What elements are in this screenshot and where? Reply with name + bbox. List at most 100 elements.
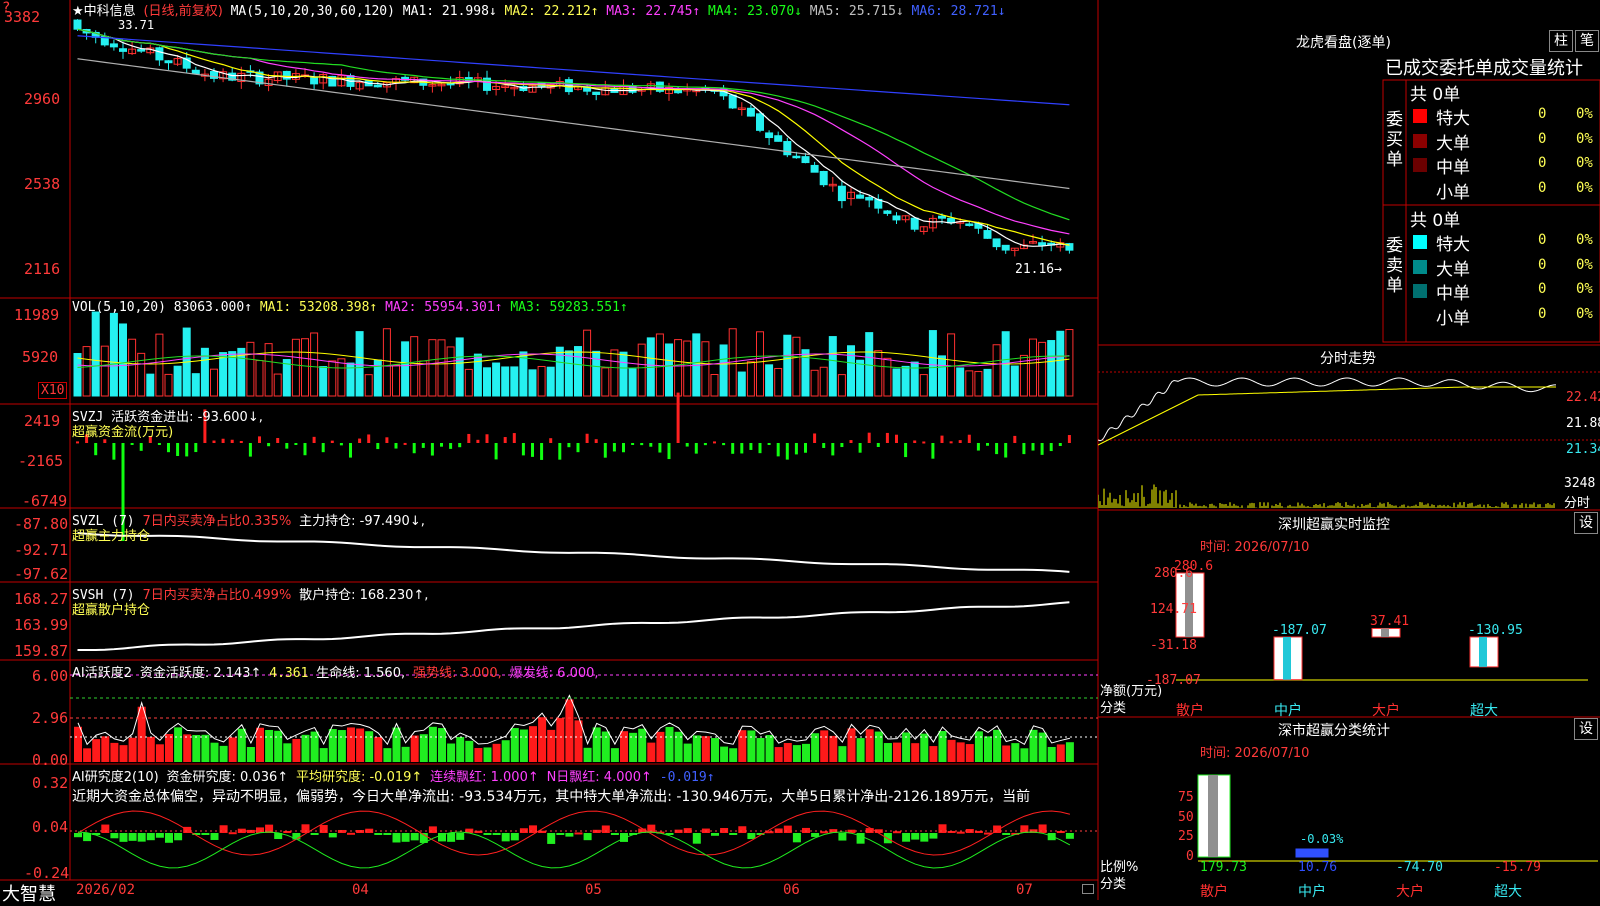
monitor-title: 深圳超赢实时监控 <box>1278 517 1390 533</box>
ma-line-5 <box>77 58 1070 190</box>
ai-active-e: 爆发线: 6.000, <box>509 666 599 681</box>
fund-flow-bar <box>1013 435 1017 443</box>
research-bar <box>1002 833 1011 835</box>
research-bar <box>920 833 929 842</box>
activity-bar <box>146 736 155 762</box>
fund-flow-bar <box>640 443 644 446</box>
research-bar <box>1047 833 1056 841</box>
activity-bar <box>319 748 328 762</box>
candle-body <box>756 113 764 131</box>
research-bar <box>492 833 501 835</box>
activity-bar <box>938 731 947 762</box>
fenshi-price-2: 21.34 <box>1566 442 1600 457</box>
candle-body <box>883 210 892 214</box>
research-bar <box>383 833 392 835</box>
buy-row-count: 0 <box>1538 179 1547 196</box>
volume-bar <box>928 330 937 397</box>
research-bar <box>747 833 756 840</box>
fund-flow-bar <box>458 443 462 448</box>
classify-bar <box>1295 848 1329 858</box>
research-bar <box>956 831 965 834</box>
volume-bar <box>473 353 482 397</box>
monitor-settings-button[interactable]: 设 <box>1574 512 1598 534</box>
intraday-avg-line <box>1098 386 1556 446</box>
candle-body <box>783 141 792 156</box>
volume-bar <box>1038 341 1047 397</box>
activity-bar <box>401 746 410 762</box>
fund-flow-bar <box>440 443 443 447</box>
volume-bar <box>1047 340 1056 397</box>
volume-bar <box>191 373 200 397</box>
volume-bar <box>109 312 118 397</box>
volume-bar <box>737 371 746 397</box>
fund-flow-bar <box>785 443 789 460</box>
activity-bar <box>228 737 237 762</box>
fund-flow-bar <box>94 443 98 456</box>
activity-bar <box>656 731 665 762</box>
svzl-sub: 超赢主力持仓 <box>72 529 151 544</box>
research-bar <box>201 833 210 835</box>
volume-bar <box>619 351 628 397</box>
volume-bar <box>1056 330 1065 397</box>
activity-bar <box>456 737 465 762</box>
research-bar <box>1065 833 1074 839</box>
candle-body <box>983 230 992 239</box>
activity-bar <box>729 748 738 762</box>
buy-row-pct: 0% <box>1576 106 1593 122</box>
buy-row-type: 大单 <box>1436 133 1470 154</box>
candle-body <box>819 171 828 186</box>
classify-ytick-3: 0 <box>1186 849 1194 864</box>
sell-row-type: 特大 <box>1436 235 1470 255</box>
volume-bar <box>100 345 109 397</box>
bar-mode-button[interactable]: 柱 <box>1549 30 1573 52</box>
volume-bar <box>437 339 446 397</box>
research-bar <box>374 833 383 835</box>
fund-flow-bar <box>776 443 780 457</box>
ai-research-text: 近期大资金总体偏空，异动不明显，偏弱势，今日大单净流出: -93.534万元，其… <box>72 789 1031 805</box>
classify-settings-button[interactable]: 设 <box>1574 718 1598 740</box>
activity-bar <box>665 726 674 762</box>
volume-bar <box>155 333 164 397</box>
candle-body <box>865 196 874 201</box>
research-bar <box>911 833 920 840</box>
candle-body <box>109 43 118 48</box>
activity-bar <box>838 746 847 762</box>
activity-bar <box>383 748 392 762</box>
lock-icon[interactable] <box>1082 884 1094 894</box>
fund-flow-bar <box>603 443 607 458</box>
activity-bar <box>428 726 437 762</box>
buy-row-type: 中单 <box>1436 158 1470 178</box>
volume-bar <box>492 362 501 397</box>
volume-bar <box>901 365 910 397</box>
buy-row-count: 0 <box>1538 155 1547 171</box>
monitor-bar-shade <box>1283 637 1291 680</box>
activity-bar <box>510 728 519 762</box>
right-panel-frame <box>1098 79 1600 862</box>
research-bar <box>529 825 537 833</box>
monitor-value-label: -130.95 <box>1468 623 1523 638</box>
stock-chart-area[interactable] <box>0 0 1100 900</box>
activity-bar <box>792 745 801 762</box>
activity-bar <box>883 743 892 762</box>
volume-bar <box>965 370 974 397</box>
volume-bar <box>528 369 537 397</box>
volume-bar <box>282 359 291 397</box>
volume-bar <box>601 367 610 397</box>
volume-bar <box>874 350 883 397</box>
research-bar <box>792 833 801 843</box>
volume-bar <box>173 365 182 397</box>
candle-body <box>155 47 164 61</box>
buy-row-pct: 0% <box>1576 179 1593 196</box>
fund-flow-bar <box>176 443 180 456</box>
ai-research-d: N日飘红: 4.000↑ <box>546 770 652 785</box>
activity-bar <box>119 745 128 762</box>
activity-bar <box>283 743 292 762</box>
svzj-sub: 超赢资金流(万元) <box>72 425 174 440</box>
monitor-category-label: 大户 <box>1372 703 1400 719</box>
volume-bar <box>328 360 337 397</box>
activity-bar <box>101 736 110 762</box>
vol-value: 83063.000↑ <box>173 300 253 315</box>
fund-flow-bar <box>531 443 534 457</box>
candle-body <box>1001 244 1010 251</box>
tick-mode-button[interactable]: 笔 <box>1575 30 1599 52</box>
